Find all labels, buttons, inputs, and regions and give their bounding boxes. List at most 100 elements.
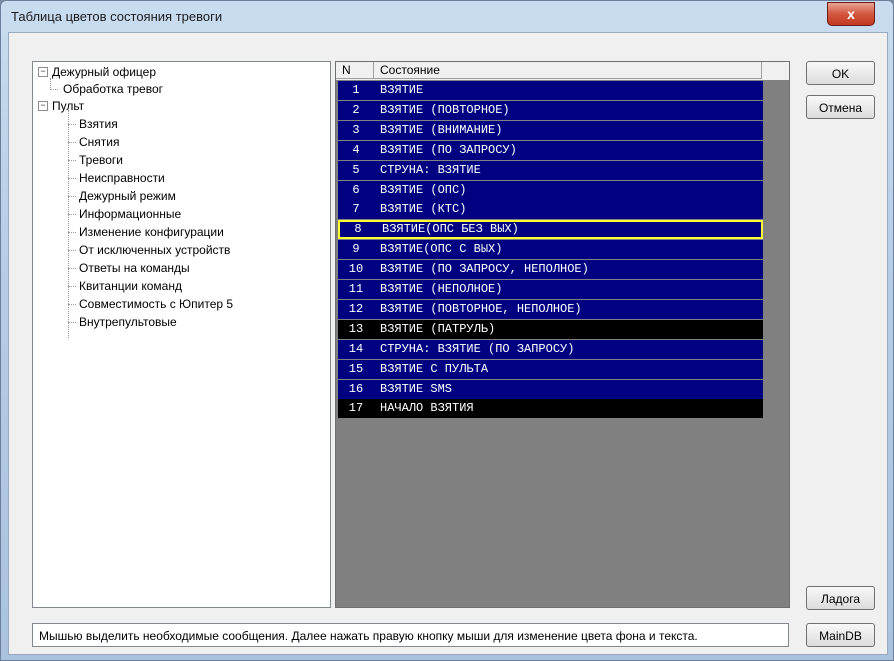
row-number: 15 xyxy=(348,361,364,376)
tree-item-alarms[interactable]: Тревоги xyxy=(79,152,123,168)
column-header-n[interactable]: N xyxy=(336,62,374,79)
row-number: 4 xyxy=(352,142,360,157)
tree-connector xyxy=(50,89,58,90)
row-number: 12 xyxy=(348,301,364,316)
tree-item-jupiter5-compat[interactable]: Совместимость с Юпитер 5 xyxy=(79,296,233,312)
dialog-window: Таблица цветов состояния тревоги x − Деж… xyxy=(0,0,894,661)
grid-row[interactable]: 16 ВЗЯТИЕ SMS xyxy=(338,379,763,399)
row-state-text: ВЗЯТИЕ (ОПС) xyxy=(380,182,467,197)
row-state-text: ВЗЯТИЕ С ПУЛЬТА xyxy=(380,361,489,376)
tree-connector xyxy=(68,124,76,125)
tree-node-label: Взятия xyxy=(79,117,118,131)
tree-node-label: Дежурный режим xyxy=(79,189,176,203)
tree-item-arming[interactable]: Взятия xyxy=(79,116,118,132)
tree-node-label: Неисправности xyxy=(79,171,165,185)
grid-row[interactable]: 14 СТРУНА: ВЗЯТИЕ (ПО ЗАПРОСУ) xyxy=(338,339,763,359)
tree-item-config-change[interactable]: Изменение конфигурации xyxy=(79,224,224,240)
tree-item-duty-mode[interactable]: Дежурный режим xyxy=(79,188,176,204)
tree-node-label: Информационные xyxy=(79,207,182,221)
tree-connector xyxy=(68,322,76,323)
grid-row[interactable]: 10 ВЗЯТИЕ (ПО ЗАПРОСУ, НЕПОЛНОЕ) xyxy=(338,260,763,280)
tree-item-internal-console[interactable]: Внутрепультовые xyxy=(79,314,177,330)
row-state-text: ВЗЯТИЕ (КТС) xyxy=(380,202,467,217)
tree-node-label: Дежурный офицер xyxy=(52,65,156,79)
grid-header: N Состояние xyxy=(336,62,789,80)
row-number: 5 xyxy=(352,162,360,177)
tree-node-label: Совместимость с Юпитер 5 xyxy=(79,297,234,311)
ok-button[interactable]: OK xyxy=(806,61,875,85)
grid-row[interactable]: 13 ВЗЯТИЕ (ПАТРУЛЬ) xyxy=(338,319,763,339)
collapse-icon[interactable]: − xyxy=(38,101,48,111)
row-number: 11 xyxy=(348,282,364,296)
category-tree[interactable]: − Дежурный офицер Обработка тревог − Пул… xyxy=(32,61,331,608)
row-state-text: СТРУНА: ВЗЯТИЕ xyxy=(380,162,481,177)
grid-row[interactable]: 8 ВЗЯТИЕ(ОПС БЕЗ ВЫХ) xyxy=(338,220,763,240)
row-state-text: ВЗЯТИЕ (ПО ЗАПРОСУ) xyxy=(380,142,517,157)
row-number: 2 xyxy=(352,102,360,117)
row-number: 1 xyxy=(352,83,360,97)
row-state-text: ВЗЯТИЕ (ВНИМАНИЕ) xyxy=(380,122,503,137)
row-state-text: СТРУНА: ВЗЯТИЕ (ПО ЗАПРОСУ) xyxy=(380,341,575,356)
grid-row[interactable]: 17 НАЧАЛО ВЗЯТИЯ xyxy=(338,399,763,419)
tree-connector xyxy=(68,286,76,287)
tree-connector xyxy=(68,178,76,179)
row-state-text: ВЗЯТИЕ (ПОВТОРНОЕ, НЕПОЛНОЕ) xyxy=(380,301,582,316)
row-number: 10 xyxy=(348,262,364,277)
row-state-text: ВЗЯТИЕ (НЕПОЛНОЕ) xyxy=(380,282,503,296)
tree-node-label: Ответы на команды xyxy=(79,261,190,275)
tree-item-excluded-devices[interactable]: От исключенных устройств xyxy=(79,242,230,258)
tree-connector xyxy=(68,160,76,161)
grid-row[interactable]: 3 ВЗЯТИЕ (ВНИМАНИЕ) xyxy=(338,120,763,140)
tree-node-label: Изменение конфигурации xyxy=(79,225,224,239)
tree-node-label: Пульт xyxy=(52,99,85,113)
grid-row[interactable]: 7 ВЗЯТИЕ (КТС) xyxy=(338,200,763,220)
grid-row[interactable]: 4 ВЗЯТИЕ (ПО ЗАПРОСУ) xyxy=(338,140,763,160)
row-state-text: ВЗЯТИЕ (ПО ЗАПРОСУ, НЕПОЛНОЕ) xyxy=(380,262,589,277)
tree-item-informational[interactable]: Информационные xyxy=(79,206,181,222)
tree-node-label: Квитанции команд xyxy=(79,279,182,293)
tree-item-faults[interactable]: Неисправности xyxy=(79,170,165,186)
tree-connector xyxy=(68,268,76,269)
row-state-text: ВЗЯТИЕ SMS xyxy=(380,381,453,396)
tree-connector xyxy=(68,142,76,143)
tree-item-command-replies[interactable]: Ответы на команды xyxy=(79,260,190,276)
row-number: 17 xyxy=(348,401,364,416)
title-bar[interactable]: Таблица цветов состояния тревоги x xyxy=(1,1,893,31)
tree-item-command-receipts[interactable]: Квитанции команд xyxy=(79,278,182,294)
grid-row[interactable]: 1 ВЗЯТИЕ xyxy=(338,81,763,100)
row-state-text: НАЧАЛО ВЗЯТИЯ xyxy=(380,401,474,416)
grid-row[interactable]: 2 ВЗЯТИЕ (ПОВТОРНОЕ) xyxy=(338,100,763,120)
collapse-icon[interactable]: − xyxy=(38,67,48,77)
tree-node-label: От исключенных устройств xyxy=(79,243,231,257)
grid-row[interactable]: 6 ВЗЯТИЕ (ОПС) xyxy=(338,180,763,200)
tree-connector xyxy=(68,214,76,215)
tree-connector xyxy=(68,250,76,251)
maindb-button[interactable]: MainDB xyxy=(806,623,875,647)
close-button[interactable]: x xyxy=(827,2,875,26)
row-state-text: ВЗЯТИЕ xyxy=(380,83,424,97)
tree-node-label: Обработка тревог xyxy=(63,82,163,96)
ladoga-button[interactable]: Ладога xyxy=(806,586,875,610)
grid-row[interactable]: 11 ВЗЯТИЕ (НЕПОЛНОЕ) xyxy=(338,280,763,299)
grid-row[interactable]: 12 ВЗЯТИЕ (ПОВТОРНОЕ, НЕПОЛНОЕ) xyxy=(338,299,763,319)
grid-row[interactable]: 9 ВЗЯТИЕ(ОПС С ВЫХ) xyxy=(338,240,763,260)
cancel-button[interactable]: Отмена xyxy=(806,95,875,119)
grid-row[interactable]: 5 СТРУНА: ВЗЯТИЕ xyxy=(338,160,763,180)
row-state-text: ВЗЯТИЕ (ПАТРУЛЬ) xyxy=(380,321,496,336)
tree-connector xyxy=(68,196,76,197)
column-header-state[interactable]: Состояние xyxy=(374,62,762,79)
row-number: 14 xyxy=(348,341,364,356)
close-icon: x xyxy=(847,6,855,22)
row-state-text: ВЗЯТИЕ (ПОВТОРНОЕ) xyxy=(380,102,510,117)
state-color-grid[interactable]: N Состояние 1 ВЗЯТИЕ 2 ВЗЯТИЕ (ПОВТОРНОЕ) 3 В… xyxy=(335,61,790,608)
tree-node-label: Внутрепультовые xyxy=(79,315,177,329)
tree-node-label: Снятия xyxy=(79,135,120,149)
row-number: 7 xyxy=(352,202,360,217)
row-number: 8 xyxy=(354,222,362,237)
grid-row[interactable]: 15 ВЗЯТИЕ С ПУЛЬТА xyxy=(338,359,763,379)
row-number: 9 xyxy=(352,242,360,257)
tree-item-alarm-processing[interactable]: Обработка тревог xyxy=(63,81,163,97)
tree-node-label: Тревоги xyxy=(79,153,123,167)
tree-item-disarming[interactable]: Снятия xyxy=(79,134,120,150)
row-number: 13 xyxy=(348,321,364,336)
